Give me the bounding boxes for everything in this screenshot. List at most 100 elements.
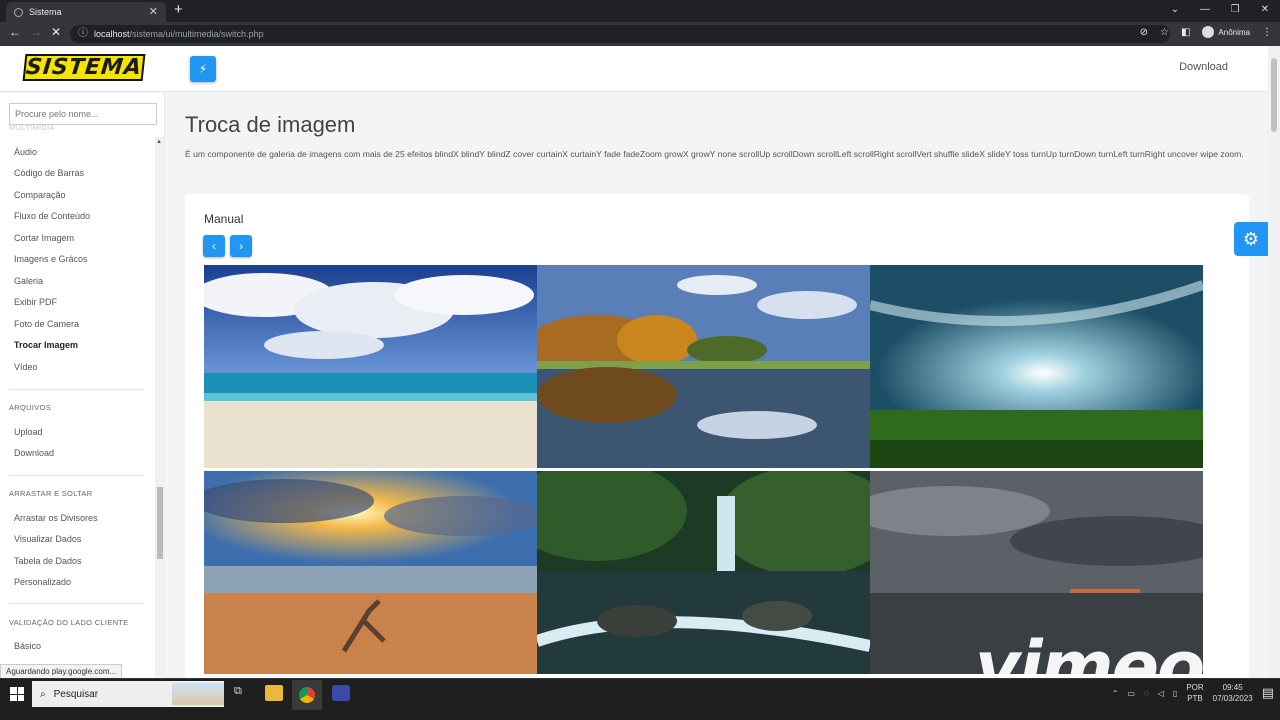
sidebar-item[interactable]: Código de Barras xyxy=(14,168,84,178)
back-icon[interactable]: ← xyxy=(9,25,21,39)
gallery-image-beach[interactable] xyxy=(204,265,537,468)
tab-search-icon[interactable]: ⌄ xyxy=(1160,0,1190,22)
sidebar-divider xyxy=(9,389,144,390)
page-scroll-thumb[interactable] xyxy=(1271,58,1277,132)
system-tray: ⌃ ▭ ◌ ◁ ▯ POR PTB 09:45 07/03/2023 ▤ xyxy=(1112,682,1274,704)
new-tab-button[interactable]: + xyxy=(174,1,183,18)
bolt-button[interactable]: ⚡ xyxy=(190,56,216,82)
card-title: Manual xyxy=(204,212,244,226)
window-controls: ⌄ — ❐ ✕ xyxy=(1160,0,1280,22)
network-icon[interactable]: ▭ xyxy=(1127,689,1135,698)
sidebar-item[interactable]: Tabela de Dados xyxy=(14,556,82,566)
settings-button[interactable]: ⚙ xyxy=(1234,222,1268,256)
battery-icon[interactable]: ▯ xyxy=(1173,689,1177,698)
taskbar-search[interactable]: ⌕ Pesquisar xyxy=(32,681,224,707)
tab-close-icon[interactable]: ✕ xyxy=(149,5,158,18)
page-title: Troca de imagem xyxy=(185,112,356,137)
wifi-icon[interactable]: ◌ xyxy=(1144,689,1149,698)
url-host: localhost xyxy=(94,29,130,39)
url-field[interactable]: ⓘ localhost/sistema/ui/multimedia/switch… xyxy=(70,25,1170,43)
chrome-taskbar-button[interactable] xyxy=(292,680,322,710)
prev-button[interactable]: ‹ xyxy=(203,235,225,257)
sidebar: Procure pelo nome... MULTIMÍDIA Áudio Códi… xyxy=(0,93,165,678)
sidebar-item[interactable]: Galeria xyxy=(14,276,43,286)
menu-icon[interactable]: ⋮ xyxy=(1262,27,1272,38)
sidepanel-icon[interactable]: ◧ xyxy=(1181,27,1190,38)
close-window-button[interactable]: ✕ xyxy=(1250,0,1280,22)
sidebar-divider xyxy=(9,475,144,476)
sidebar-section-heading: ARRASTAR E SOLTAR xyxy=(9,489,93,498)
search-highlight-image xyxy=(172,683,224,705)
globe-icon xyxy=(14,7,23,17)
gallery-image-waterfall[interactable] xyxy=(537,471,870,674)
sidebar-item[interactable]: Comparação xyxy=(14,190,66,200)
bolt-icon: ⚡ xyxy=(198,62,208,76)
star-icon[interactable]: ☆ xyxy=(1160,27,1169,38)
page-description: É um componente de galeria de imagens co… xyxy=(185,149,1244,159)
forward-icon[interactable]: → xyxy=(30,25,42,39)
next-button[interactable]: › xyxy=(230,235,252,257)
site-header: SISTEMA ⚡ Download xyxy=(0,46,1268,92)
chrome-icon xyxy=(299,687,315,703)
search-icon: ⌕ xyxy=(40,688,46,700)
sidebar-item[interactable]: Arrastar os Divisores xyxy=(14,513,98,523)
sidebar-section-heading: ARQUIVOS xyxy=(9,403,51,412)
browser-tab[interactable]: Sistema ✕ xyxy=(6,2,166,22)
sidebar-item[interactable]: Upload xyxy=(14,427,43,437)
chevron-left-icon: ‹ xyxy=(212,239,216,253)
download-link[interactable]: Download xyxy=(1179,61,1228,73)
address-actions: ⊘ ☆ ◧ Anônima ⋮ xyxy=(1140,26,1272,38)
chevron-up-icon[interactable]: ⌃ xyxy=(1112,689,1119,698)
gallery-image-field[interactable] xyxy=(870,265,1203,468)
sidebar-scrollbar[interactable]: ▲ xyxy=(155,137,165,677)
restore-button[interactable]: ❐ xyxy=(1220,0,1250,22)
scroll-up-icon[interactable]: ▲ xyxy=(156,139,162,145)
sidebar-item[interactable]: Básico xyxy=(14,641,41,651)
gallery-card: Manual ‹ › xyxy=(185,194,1249,678)
sidebar-item[interactable]: Foto de Camera xyxy=(14,319,79,329)
sidebar-item[interactable]: Imagens e Grácos xyxy=(14,254,88,264)
sidebar-scroll-thumb[interactable] xyxy=(157,487,163,559)
incognito-avatar-icon xyxy=(1202,26,1215,38)
sidebar-item[interactable]: Download xyxy=(14,448,54,458)
sidebar-item[interactable]: Exibir PDF xyxy=(14,297,57,307)
sidebar-item[interactable]: Trocar Imagem xyxy=(14,340,78,350)
info-icon[interactable]: ⓘ xyxy=(78,25,88,43)
language-indicator[interactable]: POR PTB xyxy=(1186,682,1203,704)
windows-taskbar: ⌕ Pesquisar ⧉ ⌃ ▭ ◌ ◁ ▯ POR PTB 09:45 07/0… xyxy=(0,678,1280,720)
sidebar-item[interactable]: Cortar Imagem xyxy=(14,233,74,243)
sidebar-divider xyxy=(9,603,144,604)
chevron-right-icon: › xyxy=(239,239,243,253)
task-view-icon[interactable]: ⧉ xyxy=(234,685,252,701)
sidebar-search-input[interactable]: Procure pelo nome... xyxy=(9,103,157,125)
app-icon[interactable] xyxy=(332,685,350,701)
minimize-button[interactable]: — xyxy=(1190,0,1220,22)
profile-label: Anônima xyxy=(1218,27,1250,37)
profile-button[interactable]: Anônima xyxy=(1202,26,1250,38)
sidebar-item[interactable]: Fluxo de Conteúdo xyxy=(14,211,90,221)
sidebar-item[interactable]: Áudio xyxy=(14,147,37,157)
sidebar-item[interactable]: Personalizado xyxy=(14,577,71,587)
gear-icon: ⚙ xyxy=(1242,228,1260,249)
eye-off-icon[interactable]: ⊘ xyxy=(1140,27,1148,38)
notification-icon[interactable]: ▤ xyxy=(1262,685,1274,701)
url-path: /sistema/ui/multimedia/switch.php xyxy=(129,29,264,39)
volume-icon[interactable]: ◁ xyxy=(1158,689,1164,698)
clock[interactable]: 09:45 07/03/2023 xyxy=(1213,682,1253,704)
file-explorer-icon[interactable] xyxy=(265,685,283,701)
gallery-image-lake[interactable] xyxy=(537,265,870,468)
page-scrollbar[interactable] xyxy=(1268,46,1280,678)
logo-text: SISTEMA xyxy=(24,55,144,80)
sidebar-item[interactable]: Visualizar Dados xyxy=(14,534,81,544)
sidebar-item[interactable]: Vídeo xyxy=(14,362,38,372)
web-page: SISTEMA ⚡ Download Procure pelo nome... … xyxy=(0,46,1280,678)
gallery-image-sunset-beach[interactable] xyxy=(204,471,537,674)
stop-icon[interactable]: ✕ xyxy=(51,25,61,39)
site-logo[interactable]: SISTEMA xyxy=(22,54,146,81)
sidebar-section-heading: MULTIMÍDIA xyxy=(9,123,55,132)
browser-tabbar: Sistema ✕ + ⌄ — ❐ ✕ xyxy=(0,0,1280,22)
main-content: Troca de imagem É um componente de galer… xyxy=(185,112,1265,161)
tab-title: Sistema xyxy=(29,7,62,17)
status-popup: Aguardando play.google.com... xyxy=(0,664,123,678)
windows-start-icon[interactable] xyxy=(10,687,24,701)
